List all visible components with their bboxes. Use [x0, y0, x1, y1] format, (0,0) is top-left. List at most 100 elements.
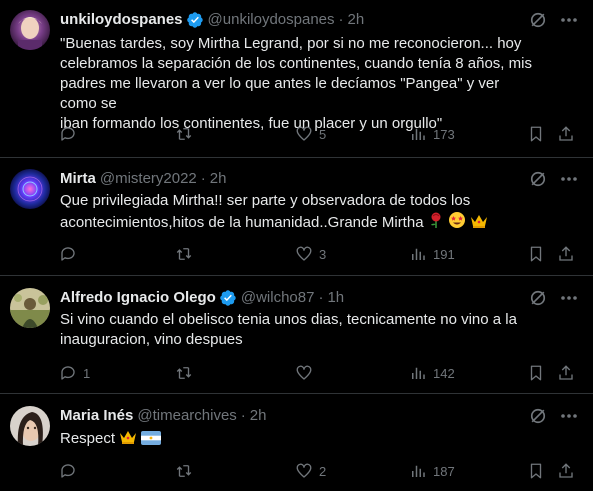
like-count: 2 [319, 463, 327, 479]
share-button[interactable] [557, 124, 575, 144]
share-icon [559, 246, 573, 261]
bookmark-button[interactable] [527, 363, 545, 383]
views-button[interactable]: 142 [409, 363, 455, 383]
share-button[interactable] [557, 244, 575, 264]
views-icon [412, 465, 425, 477]
avatar[interactable] [10, 169, 50, 209]
view-count: 187 [433, 463, 455, 479]
grok-icon[interactable] [528, 288, 548, 308]
crown-emoji-icon [119, 429, 137, 451]
display-name[interactable]: Alfredo Ignacio Olego [60, 288, 216, 308]
views-button[interactable]: 191 [409, 244, 455, 264]
tweet-header: unkiloydospanes @unkiloydospanes · 2h [60, 10, 364, 30]
tweet-line: Si vino cuando el obelisco tenia unos di… [60, 311, 517, 328]
tweet[interactable]: unkiloydospanes @unkiloydospanes · 2h "B… [0, 0, 593, 158]
avatar[interactable] [10, 10, 50, 50]
timestamp[interactable]: 2h [210, 169, 227, 189]
retweet-button[interactable] [175, 124, 199, 144]
reply-icon [61, 127, 75, 141]
timestamp[interactable]: 1h [327, 288, 344, 308]
reply-button[interactable] [59, 244, 83, 264]
verified-icon [219, 289, 237, 307]
bookmark-button[interactable] [527, 461, 545, 481]
like-count: 3 [319, 246, 327, 262]
views-icon [412, 128, 425, 140]
tweet-line: Que privilegiada Mirtha!! ser parte y ob… [60, 192, 471, 209]
handle[interactable]: @unkiloydospanes [208, 10, 335, 30]
retweet-button[interactable] [175, 244, 199, 264]
tweet[interactable]: Maria Inés @timearchives · 2h Respect 2 … [0, 394, 593, 491]
handle[interactable]: @wilcho87 [241, 288, 315, 308]
argentina-flag-emoji-icon [141, 431, 162, 451]
timestamp[interactable]: 2h [348, 10, 365, 30]
bookmark-button[interactable] [527, 244, 545, 264]
share-icon [559, 463, 573, 478]
views-button[interactable]: 187 [409, 461, 455, 481]
tweet-actions: 5 173 [0, 124, 593, 144]
retweet-icon [176, 128, 192, 140]
view-count: 142 [433, 365, 455, 381]
like-button[interactable] [295, 363, 319, 383]
retweet-button[interactable] [175, 363, 199, 383]
grok-icon[interactable] [528, 169, 548, 189]
verified-icon [186, 11, 204, 29]
display-name[interactable]: Maria Inés [60, 406, 133, 426]
separator-dot: · [240, 407, 246, 424]
star-struck-emoji-icon [448, 211, 466, 235]
like-button[interactable]: 2 [295, 461, 326, 481]
bookmark-icon [530, 365, 542, 381]
views-button[interactable]: 173 [409, 124, 455, 144]
share-icon [559, 126, 573, 141]
retweet-icon [176, 367, 192, 379]
grok-icon[interactable] [528, 10, 548, 30]
more-icon[interactable] [558, 288, 580, 308]
more-icon[interactable] [558, 406, 580, 426]
view-count: 173 [433, 126, 455, 142]
like-button[interactable]: 5 [295, 124, 326, 144]
tweet-text: Respect [60, 429, 535, 451]
timestamp[interactable]: 2h [250, 406, 267, 426]
reply-icon [61, 247, 75, 261]
share-button[interactable] [557, 363, 575, 383]
tweet-line: acontecimientos,hitos de la humanidad..G… [60, 214, 424, 231]
views-icon [412, 248, 425, 260]
reply-count: 1 [83, 365, 91, 381]
reply-button[interactable] [59, 461, 83, 481]
tweet-text: Si vino cuando el obelisco tenia unos di… [60, 310, 535, 350]
view-count: 191 [433, 246, 455, 262]
like-count: 5 [319, 126, 327, 142]
bookmark-icon [530, 126, 542, 142]
avatar[interactable] [10, 288, 50, 328]
grok-icon[interactable] [528, 406, 548, 426]
retweet-icon [176, 465, 192, 477]
more-icon[interactable] [558, 10, 580, 30]
display-name[interactable]: Mirta [60, 169, 96, 189]
views-icon [412, 367, 425, 379]
separator-dot: · [318, 289, 324, 306]
bookmark-icon [530, 463, 542, 479]
tweet-actions: 1 142 [0, 363, 593, 383]
tweet-text: Que privilegiada Mirtha!! ser parte y ob… [60, 191, 535, 235]
bookmark-button[interactable] [527, 124, 545, 144]
avatar[interactable] [10, 406, 50, 446]
display-name[interactable]: unkiloydospanes [60, 10, 183, 30]
more-icon[interactable] [558, 169, 580, 189]
tweet[interactable]: Mirta @mistery2022 · 2h Que privilegiada… [0, 158, 593, 276]
like-icon [296, 365, 312, 380]
tweet[interactable]: Alfredo Ignacio Olego @wilcho87 · 1h Si … [0, 276, 593, 394]
share-button[interactable] [557, 461, 575, 481]
like-button[interactable]: 3 [295, 244, 326, 264]
reply-icon [61, 366, 75, 380]
handle[interactable]: @mistery2022 [100, 169, 197, 189]
handle[interactable]: @timearchives [137, 406, 236, 426]
reply-button[interactable]: 1 [59, 363, 90, 383]
retweet-button[interactable] [175, 461, 199, 481]
bookmark-icon [530, 246, 542, 262]
tweet-actions: 3 191 [0, 244, 593, 264]
tweet-line-with-emoji: Respect [60, 429, 535, 451]
tweet-line-with-emoji: acontecimientos,hitos de la humanidad..G… [60, 211, 535, 235]
tweet-text: "Buenas tardes, soy Mirtha Legrand, por … [60, 34, 535, 134]
separator-dot: · [338, 11, 344, 28]
tweet-line: padres me llevaron a ver lo que antes le… [60, 75, 500, 112]
reply-button[interactable] [59, 124, 83, 144]
